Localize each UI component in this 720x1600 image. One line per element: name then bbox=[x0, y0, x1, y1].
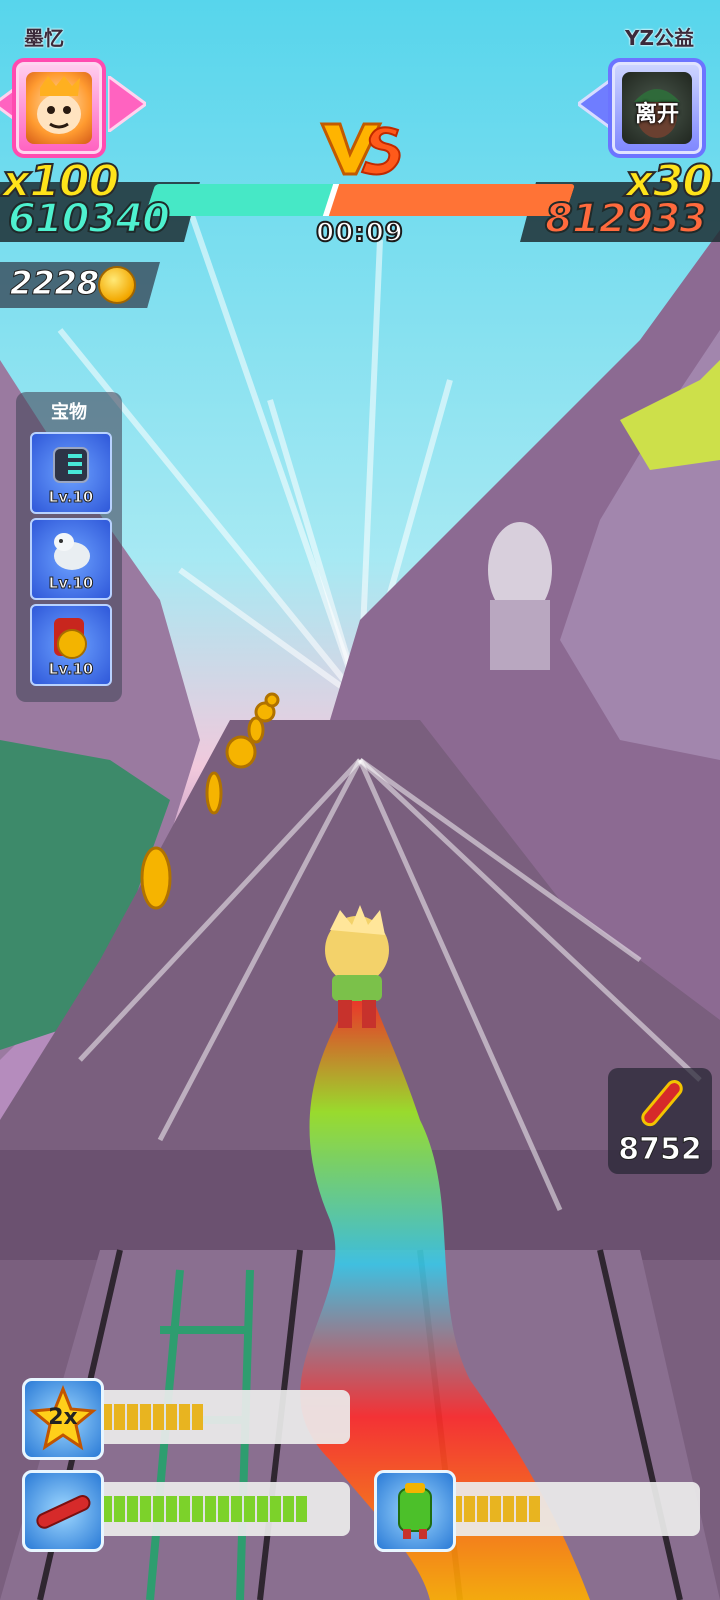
powerup-level-segment bbox=[127, 1496, 138, 1522]
hoverboard-counter[interactable]: 8752 bbox=[608, 1068, 712, 1174]
versus-progress-bar bbox=[144, 184, 576, 216]
powerup-level-segment bbox=[179, 1496, 190, 1522]
match-timer: 00:09 bbox=[315, 217, 404, 249]
white-goat-pet-icon bbox=[54, 533, 90, 570]
powerup-level-segment bbox=[244, 1496, 255, 1522]
powerup-level-segment bbox=[490, 1496, 501, 1522]
powerup-level-segment bbox=[140, 1404, 151, 1430]
powerup-level-segment bbox=[218, 1496, 229, 1522]
jetpack-icon bbox=[398, 1483, 432, 1539]
powerup-level-segment bbox=[114, 1496, 125, 1522]
player2-score: 812933 bbox=[544, 195, 708, 243]
powerup-level-segment bbox=[127, 1404, 138, 1430]
player2-portrait: 离开 bbox=[622, 72, 692, 144]
powerup-level-segment bbox=[166, 1496, 177, 1522]
powerup-level-segment bbox=[270, 1496, 281, 1522]
frame-wing-icon bbox=[108, 76, 146, 132]
powerup-level-segment bbox=[296, 1496, 307, 1522]
powerup-level-segment bbox=[192, 1404, 203, 1430]
double-score-label: 2x bbox=[48, 1405, 78, 1430]
powerup-level-segment bbox=[283, 1496, 294, 1522]
player1-avatar-frame bbox=[12, 58, 106, 158]
player1-avatar[interactable] bbox=[0, 50, 146, 160]
versus-emblem-icon bbox=[319, 122, 401, 176]
treasure-item-white-goat-pet[interactable]: Lv.10 bbox=[30, 518, 112, 600]
powerup-level-segment bbox=[529, 1496, 540, 1522]
hoverboard-icon bbox=[36, 1495, 91, 1529]
coin-count: 2228 bbox=[9, 264, 100, 303]
treasure-item-jetpack-gadget[interactable]: Lv.10 bbox=[30, 432, 112, 514]
hoverboard-icon bbox=[641, 1080, 683, 1127]
treasure-item-lucky-coin-bag[interactable]: Lv.10 bbox=[30, 604, 112, 686]
powerup-level-segment bbox=[166, 1404, 177, 1430]
lucky-coin-bag-icon bbox=[54, 618, 87, 659]
player2-left-label: 离开 bbox=[634, 102, 679, 127]
hoverboard-count: 8752 bbox=[618, 1132, 703, 1168]
coin-icon bbox=[98, 266, 136, 304]
player2-share-fill bbox=[325, 184, 576, 216]
player2-avatar-frame: 离开 bbox=[608, 58, 706, 158]
player1-portrait bbox=[26, 72, 92, 144]
player2-name: YZ公益 bbox=[625, 26, 694, 50]
treasure-panel: 宝物 Lv.10 Lv.10 Lv.10 bbox=[16, 392, 122, 702]
powerup-level-segment bbox=[179, 1404, 190, 1430]
powerup-level-segment bbox=[464, 1496, 475, 1522]
double-score-powerup-bar bbox=[80, 1390, 350, 1444]
powerup-level-segment bbox=[114, 1404, 125, 1430]
player2-avatar[interactable]: 离开 bbox=[578, 50, 706, 160]
treasure-level: Lv.10 bbox=[48, 660, 94, 679]
player1-score: 610340 bbox=[7, 195, 171, 243]
player1-share-fill bbox=[144, 184, 336, 216]
jetpack-powerup[interactable] bbox=[374, 1470, 456, 1552]
powerup-level-segment bbox=[257, 1496, 268, 1522]
powerup-level-segment bbox=[477, 1496, 488, 1522]
powerup-level-segment bbox=[503, 1496, 514, 1522]
powerup-level-segment bbox=[192, 1496, 203, 1522]
hoverboard-powerup[interactable] bbox=[22, 1470, 104, 1552]
powerup-level-segment bbox=[153, 1496, 164, 1522]
lion-character-icon bbox=[37, 76, 81, 134]
powerup-level-segment bbox=[205, 1496, 216, 1522]
powerup-level-segment bbox=[140, 1496, 151, 1522]
treasure-title: 宝物 bbox=[51, 402, 87, 423]
hoverboard-powerup-bar bbox=[80, 1482, 350, 1536]
powerup-level-segment bbox=[516, 1496, 527, 1522]
jetpack-powerup-bar bbox=[430, 1482, 700, 1536]
treasure-level: Lv.10 bbox=[48, 488, 94, 507]
player1-name: 墨忆 bbox=[24, 26, 64, 50]
powerup-level-segment bbox=[231, 1496, 242, 1522]
double-score-powerup[interactable]: 2x bbox=[22, 1378, 104, 1460]
jetpack-gadget-icon bbox=[53, 447, 89, 483]
treasure-level: Lv.10 bbox=[48, 574, 94, 593]
powerup-level-segment bbox=[153, 1404, 164, 1430]
